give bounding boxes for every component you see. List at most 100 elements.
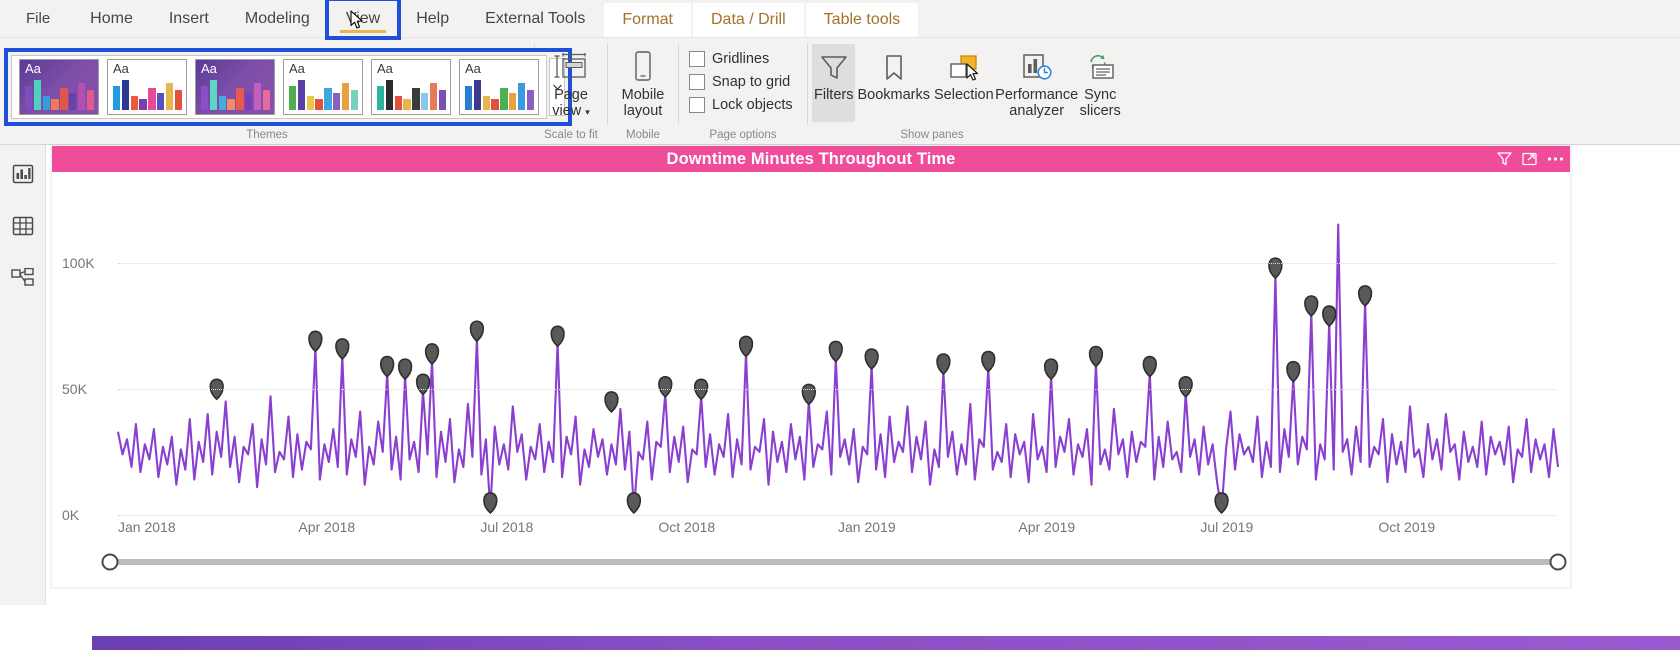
anomaly-marker[interactable] [335,338,350,360]
more-options-icon[interactable] [1547,156,1564,162]
anomaly-marker[interactable] [604,391,619,414]
sidebar-item-report-view[interactable] [8,159,38,189]
ribbon-group-themes: Aa Aa Aa Aa Aa Aa Themes [0,38,572,145]
x-axis-tick-label: Oct 2018 [658,519,716,535]
ribbon-tab-home[interactable]: Home [72,0,151,37]
anomaly-marker[interactable] [1304,295,1319,318]
theme-sample-text: Aa [113,61,129,76]
anomaly-marker[interactable] [828,340,843,363]
anomaly-marker[interactable] [379,355,395,378]
theme-thumbnail-0[interactable]: Aa [19,59,99,115]
filter-icon[interactable] [1497,152,1512,166]
ribbon-tab-label: File [26,10,51,27]
slider-handle-right[interactable] [1549,553,1567,571]
selection-button[interactable]: Selection [932,44,996,122]
anomaly-marker[interactable] [483,492,498,515]
ribbon-tab-label: Modeling [244,9,310,27]
checkbox-lock-objects[interactable]: Lock objects [689,97,793,113]
line-chart-visual[interactable]: Downtime Minutes Throughout Time 0K 50K … [51,145,1571,588]
theme-thumbnail-1[interactable]: Aa [107,59,187,115]
sidebar-item-data-view[interactable] [8,211,38,241]
visual-header-actions [1497,146,1564,172]
focus-mode-icon[interactable] [1522,152,1537,166]
anomaly-marker[interactable] [1322,305,1337,328]
anomaly-marker[interactable] [936,353,951,376]
anomaly-marker[interactable] [397,358,413,381]
anomaly-marker[interactable] [1268,257,1283,280]
anomaly-marker[interactable] [981,350,996,373]
ribbon-group-show-panes: Filters Bookmarks Selection Performance anal… [808,38,1121,145]
anomaly-marker[interactable] [415,373,431,396]
visual-title-bar: Downtime Minutes Throughout Time [52,146,1570,172]
ribbon-group-label-scale-to-fit: Scale to fit [544,129,598,141]
ribbon-tab-help[interactable]: Help [398,0,467,37]
mobile-layout-icon [632,49,654,83]
ribbon-tab-insert[interactable]: Insert [151,0,227,37]
time-range-slider[interactable] [101,553,1567,571]
mobile-layout-label-line1: Mobile [621,87,665,103]
anomaly-marker[interactable] [801,383,817,406]
anomaly-marker[interactable] [1214,492,1229,515]
performance-button[interactable]: Performance analyzer [995,44,1078,122]
mobile-layout-label-line2: layout [623,103,663,120]
bookmark-icon [882,49,906,83]
theme-thumbnail-5[interactable]: Aa [459,59,539,115]
ribbon-tab-external-tools[interactable]: External Tools [467,0,603,37]
ribbon: Aa Aa Aa Aa Aa Aa Themes Page view ▾ Sca… [0,38,1680,145]
anomaly-marker[interactable] [550,325,565,348]
theme-color-bars [201,80,270,110]
sync-slicers-icon [1084,49,1116,83]
theme-thumbnail-4[interactable]: Aa [371,59,451,115]
checkbox-box[interactable] [689,74,705,90]
anomaly-marker[interactable] [738,335,754,358]
ribbon-tab-modeling[interactable]: Modeling [227,0,328,37]
ribbon-tab-view[interactable]: View [324,0,402,40]
theme-thumbnail-2[interactable]: Aa [195,59,275,115]
report-bar-chart-icon [12,164,33,184]
themes-gallery[interactable]: Aa Aa Aa Aa Aa Aa [4,48,572,126]
y-axis-tick-label: 0K [62,507,80,523]
anomaly-marker[interactable] [658,375,673,398]
view-switcher-rail [0,145,46,605]
bookmarks-button[interactable]: Bookmarks [855,44,932,122]
sidebar-item-model-view[interactable] [8,263,38,293]
anomaly-marker[interactable] [864,348,879,371]
ribbon-group-label-mobile: Mobile [626,129,660,141]
ribbon-tab-table-tools[interactable]: Table tools [805,3,919,37]
slider-handle-left[interactable] [101,553,119,571]
mobile-layout-button[interactable]: Mobile layout [608,44,678,122]
anomaly-marker[interactable] [469,320,485,343]
checkbox-label: Gridlines [712,51,770,67]
checkbox-label: Snap to grid [712,74,791,90]
button-label-line1: Sync [1084,87,1117,103]
checkbox-box[interactable] [689,97,705,113]
anomaly-marker[interactable] [1043,358,1059,381]
report-canvas: Downtime Minutes Throughout Time 0K 50K … [46,145,1680,650]
x-axis-tick-label: Apr 2018 [298,519,356,535]
ribbon-tab-data-drill[interactable]: Data / Drill [692,3,804,37]
checkbox-gridlines[interactable]: Gridlines [689,51,793,67]
page-view-button[interactable]: Page view ▾ [535,44,607,122]
ribbon-tab-format[interactable]: Format [604,3,691,37]
anomaly-marker[interactable] [626,492,642,515]
anomaly-marker[interactable] [1142,355,1157,378]
filters-button[interactable]: Filters [812,44,856,122]
sync-button[interactable]: Sync slicers [1078,44,1123,122]
anomaly-marker[interactable] [1088,345,1104,368]
ribbon-group-scale-to-fit: Page view ▾ Scale to fit [535,38,607,145]
checkbox-box[interactable] [689,51,705,67]
ribbon-tab-label: Insert [168,9,209,27]
anomaly-marker[interactable] [1357,285,1373,307]
button-label-line1: Selection [934,87,994,103]
ribbon-tab-file[interactable]: File [0,0,72,37]
gridline [118,515,1556,516]
theme-thumbnail-3[interactable]: Aa [283,59,363,115]
anomaly-marker[interactable] [424,343,440,366]
checkbox-snap-to-grid[interactable]: Snap to grid [689,74,793,90]
theme-sample-text: Aa [377,61,393,76]
anomaly-marker[interactable] [1286,360,1301,383]
chart-plot-area: 0K 50K 100K Jan 2018 Apr 2018 Jul 2018 Oct 201… [52,172,1570,587]
anomaly-marker[interactable] [1178,375,1193,398]
chart-series-layer [116,223,1560,515]
anomaly-marker[interactable] [308,330,323,353]
